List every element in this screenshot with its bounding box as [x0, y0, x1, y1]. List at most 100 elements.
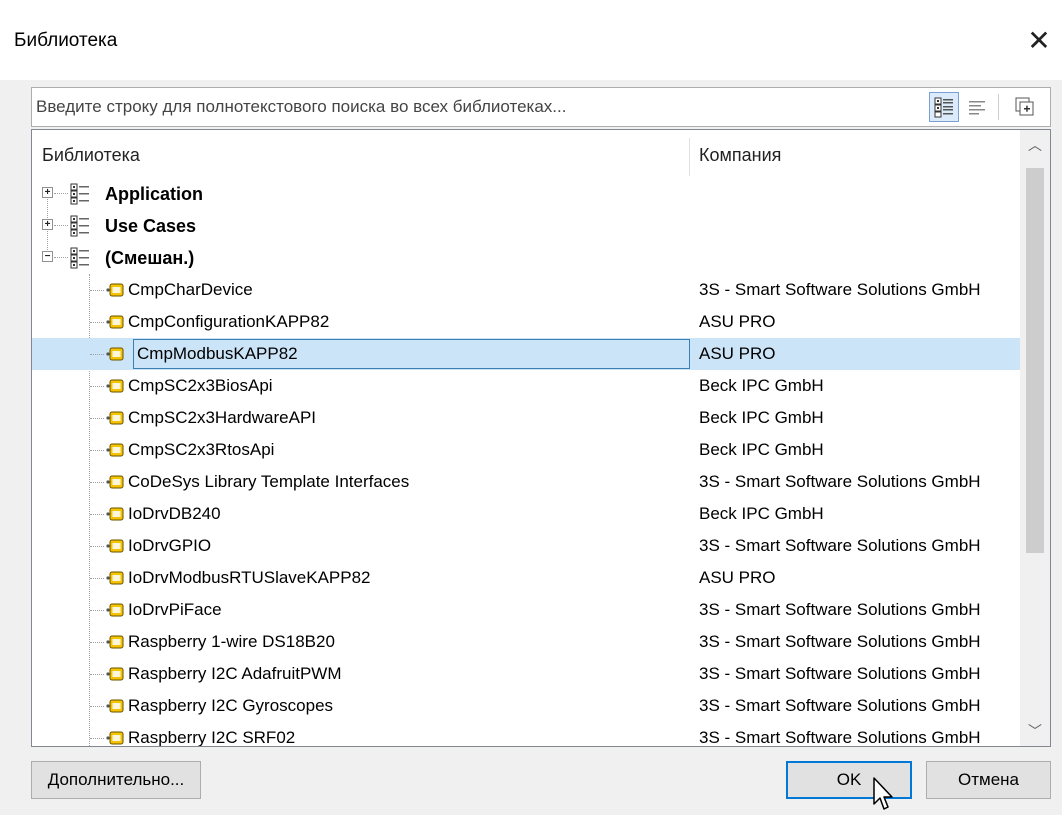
library-row[interactable]: IoDrvPiFace 3S - Smart Software Solution…: [32, 594, 1020, 626]
collapse-icon[interactable]: −: [42, 251, 53, 262]
library-name: Raspberry I2C SRF02: [128, 728, 296, 747]
library-company: 3S - Smart Software Solutions GmbH: [699, 472, 981, 491]
library-icon: [106, 315, 124, 329]
library-row[interactable]: CmpSC2x3HardwareAPI Beck IPC GmbH: [32, 402, 1020, 434]
library-row[interactable]: CmpConfigurationKAPP82 ASU PRO: [32, 306, 1020, 338]
category-icon: [70, 183, 89, 205]
library-icon: [106, 667, 124, 681]
library-icon: [106, 379, 124, 393]
close-button[interactable]: ✕: [1016, 20, 1062, 60]
library-name: CmpSC2x3RtosApi: [128, 440, 275, 459]
library-row[interactable]: Raspberry 1-wire DS18B20 3S - Smart Soft…: [32, 626, 1020, 658]
tree-line: [90, 386, 104, 387]
library-company: 3S - Smart Software Solutions GmbH: [699, 632, 981, 651]
tree-group[interactable]: + Application: [32, 178, 1020, 210]
chevron-down-icon: ﹀: [1028, 723, 1042, 739]
tree-line: [90, 578, 104, 579]
library-company: Beck IPC GmbH: [699, 440, 824, 459]
tree-line: [90, 610, 104, 611]
tree-rows: + Application + Use Cases − (Смешан.) Cm…: [32, 178, 1020, 747]
mouse-cursor-icon: [873, 777, 893, 810]
library-row[interactable]: CmpCharDevice 3S - Smart Software Soluti…: [32, 274, 1020, 306]
details-button[interactable]: [1010, 92, 1040, 122]
library-company: Beck IPC GmbH: [699, 408, 824, 427]
library-name: CmpConfigurationKAPP82: [128, 312, 330, 331]
scroll-down-button[interactable]: ﹀: [1020, 716, 1050, 746]
advanced-button[interactable]: Дополнительно...: [31, 761, 201, 799]
search-input[interactable]: [32, 88, 916, 126]
group-label: (Смешан.): [105, 248, 195, 268]
cancel-button[interactable]: Отмена: [926, 761, 1051, 799]
library-row[interactable]: IoDrvGPIO 3S - Smart Software Solutions …: [32, 530, 1020, 562]
library-icon: [106, 603, 124, 617]
toolbar-separator: [998, 94, 999, 120]
library-name: Raspberry I2C AdafruitPWM: [128, 664, 342, 683]
library-row[interactable]: Raspberry I2C AdafruitPWM 3S - Smart Sof…: [32, 658, 1020, 690]
library-company: 3S - Smart Software Solutions GmbH: [699, 728, 981, 747]
library-name: CoDeSys Library Template Interfaces: [128, 472, 410, 491]
library-icon: [106, 635, 124, 649]
category-view-icon: [934, 97, 953, 118]
tree-line: [90, 738, 104, 739]
scroll-thumb[interactable]: [1026, 168, 1044, 553]
tree-line: [90, 322, 104, 323]
tree-line: [54, 257, 68, 258]
library-row[interactable]: IoDrvModbusRTUSlaveKAPP82 ASU PRO: [32, 562, 1020, 594]
window-title: Библиотека: [14, 30, 118, 51]
library-row[interactable]: CmpSC2x3BiosApi Beck IPC GmbH: [32, 370, 1020, 402]
search-box: [31, 87, 1051, 127]
title-bar: Библиотека ✕: [0, 0, 1062, 80]
close-icon: ✕: [1027, 24, 1051, 56]
library-row-selected[interactable]: CmpModbusKAPP82 ASU PRO: [32, 338, 1020, 370]
column-divider[interactable]: [689, 138, 690, 176]
library-icon: [106, 443, 124, 457]
list-view-button[interactable]: [962, 92, 992, 122]
library-row[interactable]: Raspberry I2C Gyroscopes 3S - Smart Soft…: [32, 690, 1020, 722]
column-library[interactable]: Библиотека: [42, 145, 140, 166]
library-icon: [106, 475, 124, 489]
library-company: 3S - Smart Software Solutions GmbH: [699, 280, 981, 299]
library-icon: [106, 699, 124, 713]
tree-group[interactable]: + Use Cases: [32, 210, 1020, 242]
scroll-up-button[interactable]: ︿: [1020, 130, 1050, 160]
list-view-icon: [969, 101, 985, 115]
library-icon: [106, 411, 124, 425]
category-icon: [70, 247, 89, 269]
vertical-scrollbar[interactable]: ︿ ﹀: [1020, 130, 1050, 746]
library-company: ASU PRO: [699, 312, 776, 331]
library-icon: [106, 731, 124, 745]
library-company: ASU PRO: [699, 568, 776, 587]
library-name: Raspberry 1-wire DS18B20: [128, 632, 335, 651]
tree-line: [90, 642, 104, 643]
tree-line: [54, 193, 68, 194]
library-name: CmpSC2x3HardwareAPI: [128, 408, 317, 427]
library-list[interactable]: Библиотека Компания + Application + Use …: [31, 129, 1051, 747]
tree-line: [90, 482, 104, 483]
library-name: IoDrvPiFace: [128, 600, 222, 619]
library-row[interactable]: IoDrvDB240 Beck IPC GmbH: [32, 498, 1020, 530]
library-name: CmpCharDevice: [128, 280, 253, 299]
tree-line: [90, 354, 104, 355]
library-name: IoDrvGPIO: [128, 536, 212, 555]
expand-icon[interactable]: +: [42, 219, 53, 230]
library-company: Beck IPC GmbH: [699, 376, 824, 395]
library-company: Beck IPC GmbH: [699, 504, 824, 523]
library-company: 3S - Smart Software Solutions GmbH: [699, 536, 981, 555]
library-company: 3S - Smart Software Solutions GmbH: [699, 664, 981, 683]
library-name: Raspberry I2C Gyroscopes: [128, 696, 334, 715]
tree-group[interactable]: − (Смешан.): [32, 242, 1020, 274]
library-company: ASU PRO: [699, 344, 776, 363]
expand-icon[interactable]: +: [42, 187, 53, 198]
column-company[interactable]: Компания: [699, 145, 781, 166]
library-row[interactable]: CoDeSys Library Template Interfaces 3S -…: [32, 466, 1020, 498]
library-row[interactable]: CmpSC2x3RtosApi Beck IPC GmbH: [32, 434, 1020, 466]
tree-line: [90, 674, 104, 675]
tree-line: [90, 706, 104, 707]
library-row[interactable]: Raspberry I2C SRF02 3S - Smart Software …: [32, 722, 1020, 747]
library-icon: [106, 539, 124, 553]
tree-line: [54, 225, 68, 226]
library-company: 3S - Smart Software Solutions GmbH: [699, 696, 981, 715]
category-view-button[interactable]: [929, 92, 959, 122]
tree-line: [90, 514, 104, 515]
library-icon: [106, 283, 124, 297]
